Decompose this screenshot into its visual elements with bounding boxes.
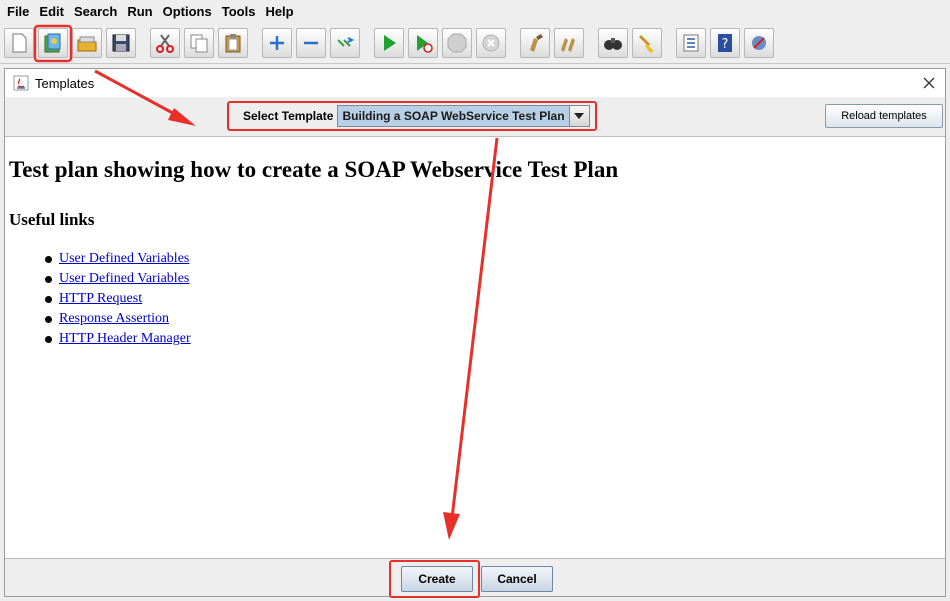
clear-button[interactable]	[520, 28, 550, 58]
save-icon	[112, 34, 130, 52]
reload-templates-button[interactable]: Reload templates	[825, 104, 943, 128]
clear-all-button[interactable]	[554, 28, 584, 58]
remote-button[interactable]	[744, 28, 774, 58]
save-button[interactable]	[106, 28, 136, 58]
shutdown-icon	[482, 34, 500, 52]
create-button[interactable]: Create	[401, 566, 473, 592]
open-button[interactable]	[72, 28, 102, 58]
cancel-button[interactable]: Cancel	[481, 566, 553, 592]
dialog-button-row: Create Cancel	[5, 560, 945, 598]
useful-links-list: User Defined Variables User Defined Vari…	[45, 249, 191, 349]
templates-icon	[44, 33, 61, 53]
java-icon	[13, 75, 29, 91]
close-button[interactable]	[919, 73, 939, 93]
expand-icon	[270, 36, 284, 50]
copy-icon	[190, 34, 208, 53]
template-description: Test plan showing how to create a SOAP W…	[5, 136, 945, 559]
search-icon	[604, 38, 622, 50]
stop-button[interactable]	[442, 28, 472, 58]
link-response-assertion[interactable]: Response Assertion	[59, 311, 169, 327]
list-item: HTTP Header Manager	[45, 329, 191, 349]
menu-search[interactable]: Search	[69, 0, 122, 24]
clear-all-icon	[561, 38, 575, 52]
list-item: User Defined Variables	[45, 249, 191, 269]
menu-run[interactable]: Run	[122, 0, 157, 24]
open-icon	[77, 36, 97, 52]
menu-options[interactable]: Options	[158, 0, 217, 24]
bullet	[45, 255, 52, 263]
collapse-button[interactable]	[296, 28, 326, 58]
dropdown-arrow[interactable]	[568, 106, 589, 126]
start-button[interactable]	[374, 28, 404, 58]
reset-search-button[interactable]	[632, 28, 662, 58]
help-button[interactable]: ?	[710, 28, 740, 58]
cut-icon	[156, 34, 174, 53]
remote-icon	[752, 36, 766, 50]
clear-icon	[530, 34, 543, 52]
help-icon: ?	[718, 34, 732, 52]
menu-help[interactable]: Help	[260, 0, 298, 24]
new-icon	[12, 33, 27, 53]
templates-dialog: Templates Select Template Building a SOA…	[4, 68, 946, 598]
template-select-row: Select Template Building a SOAP WebServi…	[5, 97, 945, 135]
link-user-defined-variables-2[interactable]: User Defined Variables	[59, 271, 189, 287]
stop-icon	[447, 33, 467, 53]
template-heading: Test plan showing how to create a SOAP W…	[9, 157, 619, 182]
link-user-defined-variables[interactable]: User Defined Variables	[59, 251, 189, 267]
template-select[interactable]: Building a SOAP WebService Test Plan	[337, 105, 590, 127]
list-item: Response Assertion	[45, 309, 191, 329]
paste-button[interactable]	[218, 28, 248, 58]
cut-button[interactable]	[150, 28, 180, 58]
toggle-button[interactable]	[330, 28, 360, 58]
search-button[interactable]	[598, 28, 628, 58]
shutdown-button[interactable]	[476, 28, 506, 58]
svg-text:?: ?	[722, 37, 729, 52]
list-item: User Defined Variables	[45, 269, 191, 289]
close-icon	[923, 77, 935, 89]
link-http-header-manager[interactable]: HTTP Header Manager	[59, 331, 191, 347]
function-helper-icon	[683, 34, 699, 52]
start-icon	[384, 35, 396, 51]
dialog-title: Templates	[35, 75, 95, 91]
select-template-label: Select Template	[243, 109, 334, 123]
link-http-request[interactable]: HTTP Request	[59, 291, 142, 307]
chevron-down-icon	[574, 113, 585, 119]
start-no-pause-button[interactable]	[408, 28, 438, 58]
bullet	[45, 335, 52, 343]
bullet	[45, 315, 52, 323]
list-item: HTTP Request	[45, 289, 191, 309]
template-select-value: Building a SOAP WebService Test Plan	[342, 109, 565, 123]
template-select-group: Select Template Building a SOAP WebServi…	[227, 101, 597, 131]
menu-bar: File Edit Search Run Options Tools Help	[0, 0, 950, 24]
toolbar: ?	[0, 24, 950, 64]
paste-icon	[225, 34, 241, 53]
toggle-icon	[337, 37, 355, 47]
bullet	[45, 275, 52, 283]
function-helper-button[interactable]	[676, 28, 706, 58]
start-no-pause-icon	[417, 35, 433, 53]
new-button[interactable]	[4, 28, 34, 58]
menu-file[interactable]: File	[2, 0, 34, 24]
collapse-icon	[304, 41, 318, 45]
reset-search-icon	[638, 34, 654, 53]
bullet	[45, 295, 52, 303]
copy-button[interactable]	[184, 28, 214, 58]
expand-button[interactable]	[262, 28, 292, 58]
menu-edit[interactable]: Edit	[34, 0, 69, 24]
menu-tools[interactable]: Tools	[217, 0, 261, 24]
dialog-titlebar: Templates	[5, 69, 945, 97]
useful-links-heading: Useful links	[9, 210, 95, 229]
templates-button[interactable]	[38, 28, 68, 58]
